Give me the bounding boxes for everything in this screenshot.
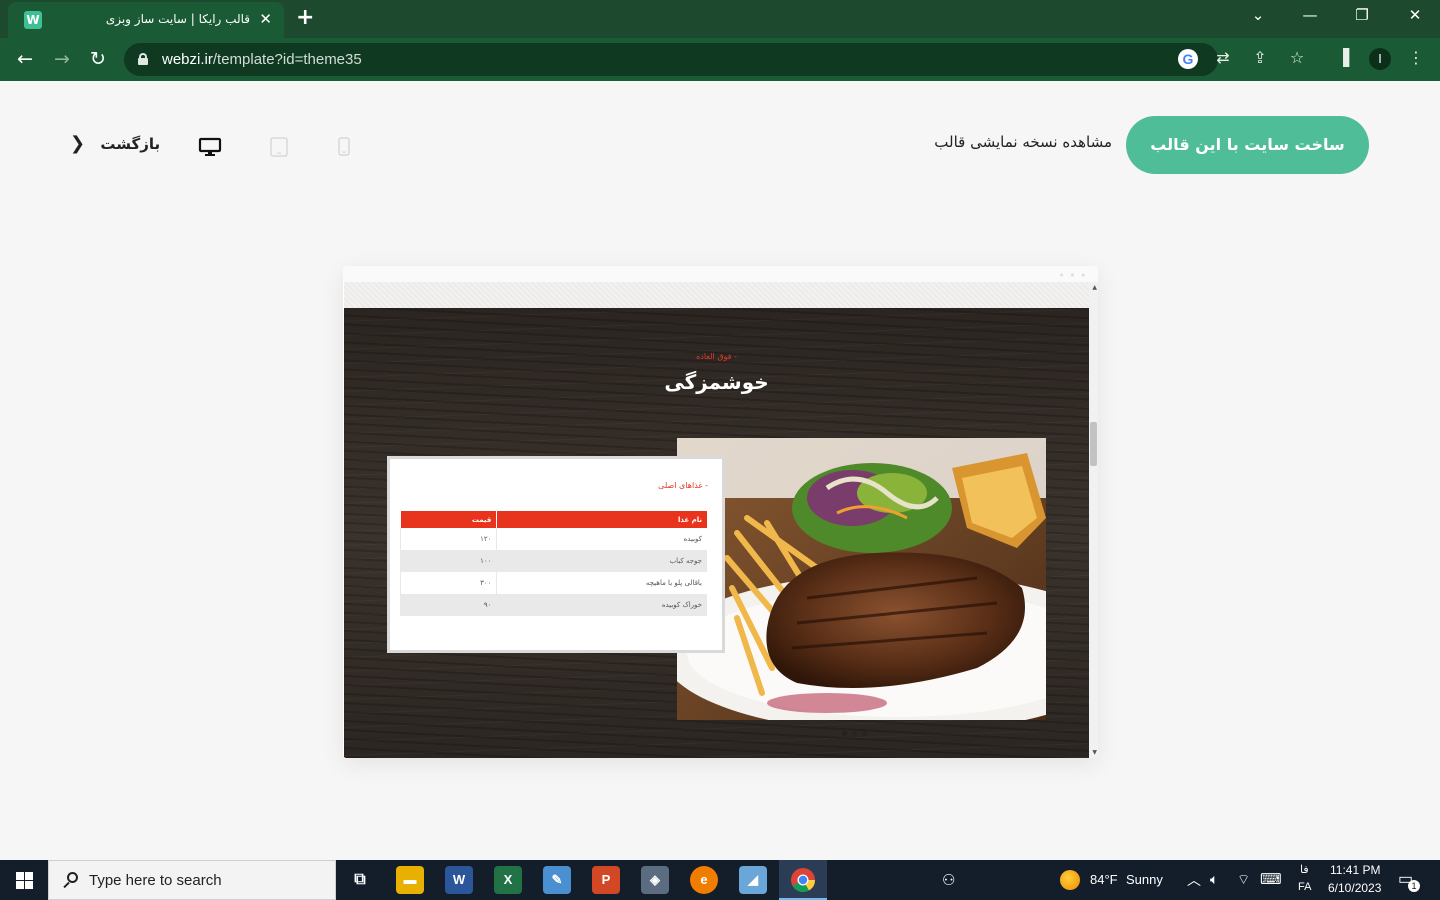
profile-avatar[interactable]: I — [1369, 48, 1391, 70]
windows-start-icon[interactable] — [16, 872, 33, 889]
table-row: خوراک کوبیده ۹۰ — [399, 594, 707, 616]
volume-icon[interactable]: 🔈︎ — [1210, 871, 1218, 888]
presentation-app-icon[interactable]: P — [592, 866, 620, 894]
menu-table: نام غذا قیمت کوبیده ۱۲۰ جوجه کباب ۱۰۰ با… — [399, 511, 707, 616]
close-tab-icon[interactable]: ✕ — [259, 10, 272, 28]
frame-dots: ● ● ● — [1059, 272, 1088, 277]
close-window-button[interactable]: ✕ — [1403, 6, 1427, 24]
dish-price: ۳۰۰ — [399, 572, 497, 594]
share-icon[interactable]: ⇪ — [1249, 47, 1271, 69]
dish-name: جوجه کباب — [496, 550, 707, 572]
language-top[interactable]: فا — [1300, 863, 1309, 876]
taskbar-chrome-active[interactable] — [779, 860, 827, 900]
language-bottom[interactable]: FA — [1298, 881, 1311, 893]
tablet-icon[interactable] — [268, 136, 290, 158]
mobile-icon[interactable] — [336, 136, 352, 158]
column-header-price: قیمت — [399, 511, 497, 528]
dish-name: باقالی پلو با ماهیچه — [496, 572, 707, 594]
weather-text[interactable]: Sunny — [1126, 872, 1163, 887]
tab-search-icon[interactable]: ⌄ — [1246, 6, 1270, 24]
reload-icon[interactable]: ↻ — [86, 47, 110, 71]
search-placeholder: Type here to search — [89, 872, 222, 889]
url-text[interactable]: webzi.ir/template?id=theme35 — [162, 51, 362, 68]
forward-arrow-icon[interactable]: → — [50, 47, 74, 71]
task-view-icon[interactable]: ⧉ — [346, 866, 374, 894]
back-arrow-icon[interactable]: ← — [13, 47, 37, 71]
new-tab-button[interactable]: + — [296, 5, 314, 30]
hero-kicker: - فوق العاده — [696, 352, 737, 361]
carousel-dot[interactable] — [862, 731, 867, 736]
table-row: جوجه کباب ۱۰۰ — [399, 550, 707, 572]
chevron-left-icon: ❮ — [70, 133, 86, 154]
excel-icon[interactable]: X — [494, 866, 522, 894]
dish-name: خوراک کوبیده — [496, 594, 707, 616]
weather-sun-icon[interactable] — [1060, 870, 1080, 890]
menu-heading: - غذاهای اصلی — [658, 481, 708, 490]
file-explorer-icon[interactable]: ▬ — [396, 866, 424, 894]
url-host: webzi.ir — [162, 51, 213, 68]
tab-title: قالب رایکا | سایت ساز وبزی — [105, 12, 250, 26]
sidebar-icon[interactable]: ▐ — [1332, 47, 1354, 69]
browser-toolbar: ← → ↻ webzi.ir/template?id=theme35 ⇄ ⇪ ☆… — [0, 38, 1440, 81]
windows-taskbar: Type here to search ⧉ ▬ W X ✎ P ◈ e ◢ ⚇ … — [0, 860, 1440, 900]
scroll-up-icon[interactable]: ▲ — [1092, 284, 1097, 291]
webzi-logo-icon: W — [24, 11, 42, 29]
chevron-up-icon[interactable]: ︿ — [1187, 870, 1201, 890]
address-bar[interactable]: webzi.ir/template?id=theme35 — [124, 43, 1218, 76]
paint-icon[interactable]: ✎ — [543, 866, 571, 894]
minimize-button[interactable]: — — [1298, 6, 1322, 24]
food-photo — [677, 438, 1046, 720]
word-icon[interactable]: W — [445, 866, 473, 894]
desktop-icon[interactable] — [198, 136, 222, 158]
taskbar-search-box[interactable]: Type here to search — [48, 860, 336, 900]
search-icon — [61, 871, 81, 891]
frame-topbar: ● ● ● — [343, 266, 1098, 282]
keyboard-icon[interactable]: ⌨ — [1260, 870, 1282, 888]
google-icon[interactable]: G — [1178, 49, 1198, 69]
star-icon[interactable]: ☆ — [1286, 47, 1308, 69]
kebab-menu-icon[interactable]: ⋮ — [1405, 47, 1427, 69]
dish-price: ۹۰ — [399, 594, 497, 616]
preview-scrollbar[interactable]: ▲ ▼ — [1089, 282, 1098, 758]
url-path: /template?id=theme35 — [212, 51, 362, 68]
edge-app-icon[interactable]: e — [690, 866, 718, 894]
template-preview-page: ساخت سایت با این قالب مشاهده نسخه نمایشی… — [0, 81, 1440, 860]
hero-title: خوشمزگی — [664, 370, 769, 394]
translate-icon[interactable]: ⇄ — [1212, 47, 1234, 69]
back-link[interactable]: بازگشت ❮ — [70, 133, 160, 154]
dish-name: کوبیده — [496, 528, 707, 550]
weather-temp[interactable]: 84°F — [1090, 872, 1118, 887]
column-header-name: نام غذا — [496, 511, 707, 528]
dish-price: ۱۲۰ — [399, 528, 497, 550]
back-label: بازگشت — [100, 135, 161, 153]
carousel-dot[interactable] — [842, 731, 847, 736]
preview-hero: - فوق العاده خوشمزگی - غذاهای اصلی نام غ… — [344, 308, 1089, 758]
menu-card: - غذاهای اصلی نام غذا قیمت کوبیده ۱۲۰ جو… — [387, 456, 725, 653]
restore-button[interactable]: ❐ — [1350, 6, 1374, 24]
template-preview-frame[interactable]: ● ● ● - فوق العاده خوشمزگی - غذاهای اصلی… — [343, 266, 1098, 758]
wifi-icon[interactable]: ⌔ — [1237, 871, 1250, 889]
clock-date[interactable]: 6/10/2023 — [1328, 881, 1381, 895]
scroll-down-icon[interactable]: ▼ — [1092, 749, 1097, 756]
clock-time[interactable]: 11:41 PM — [1330, 863, 1380, 877]
dish-price: ۱۰۰ — [399, 550, 497, 572]
notification-badge: 1 — [1408, 880, 1420, 892]
table-row: باقالی پلو با ماهیچه ۳۰۰ — [399, 572, 707, 594]
lock-icon[interactable] — [138, 53, 148, 65]
notes-app-icon[interactable]: ◢ — [739, 866, 767, 894]
people-icon[interactable]: ⚇ — [942, 871, 955, 889]
table-row: کوبیده ۱۲۰ — [399, 528, 707, 550]
app-icon[interactable]: ◈ — [641, 866, 669, 894]
carousel-dots[interactable] — [842, 721, 872, 740]
menu-table-header: نام غذا قیمت — [399, 511, 707, 528]
browser-tab-active[interactable]: W قالب رایکا | سایت ساز وبزی ✕ — [8, 2, 284, 38]
preview-site-header — [344, 282, 1089, 308]
chrome-icon — [791, 868, 815, 893]
carousel-dot[interactable] — [852, 731, 857, 736]
browser-tab-strip: W قالب رایکا | سایت ساز وبزی ✕ + ⌄ — ❐ ✕ — [0, 0, 1440, 38]
build-site-button[interactable]: ساخت سایت با این قالب — [1126, 116, 1369, 174]
demo-link[interactable]: مشاهده نسخه نمایشی قالب — [934, 133, 1112, 151]
scroll-thumb[interactable] — [1090, 422, 1097, 466]
